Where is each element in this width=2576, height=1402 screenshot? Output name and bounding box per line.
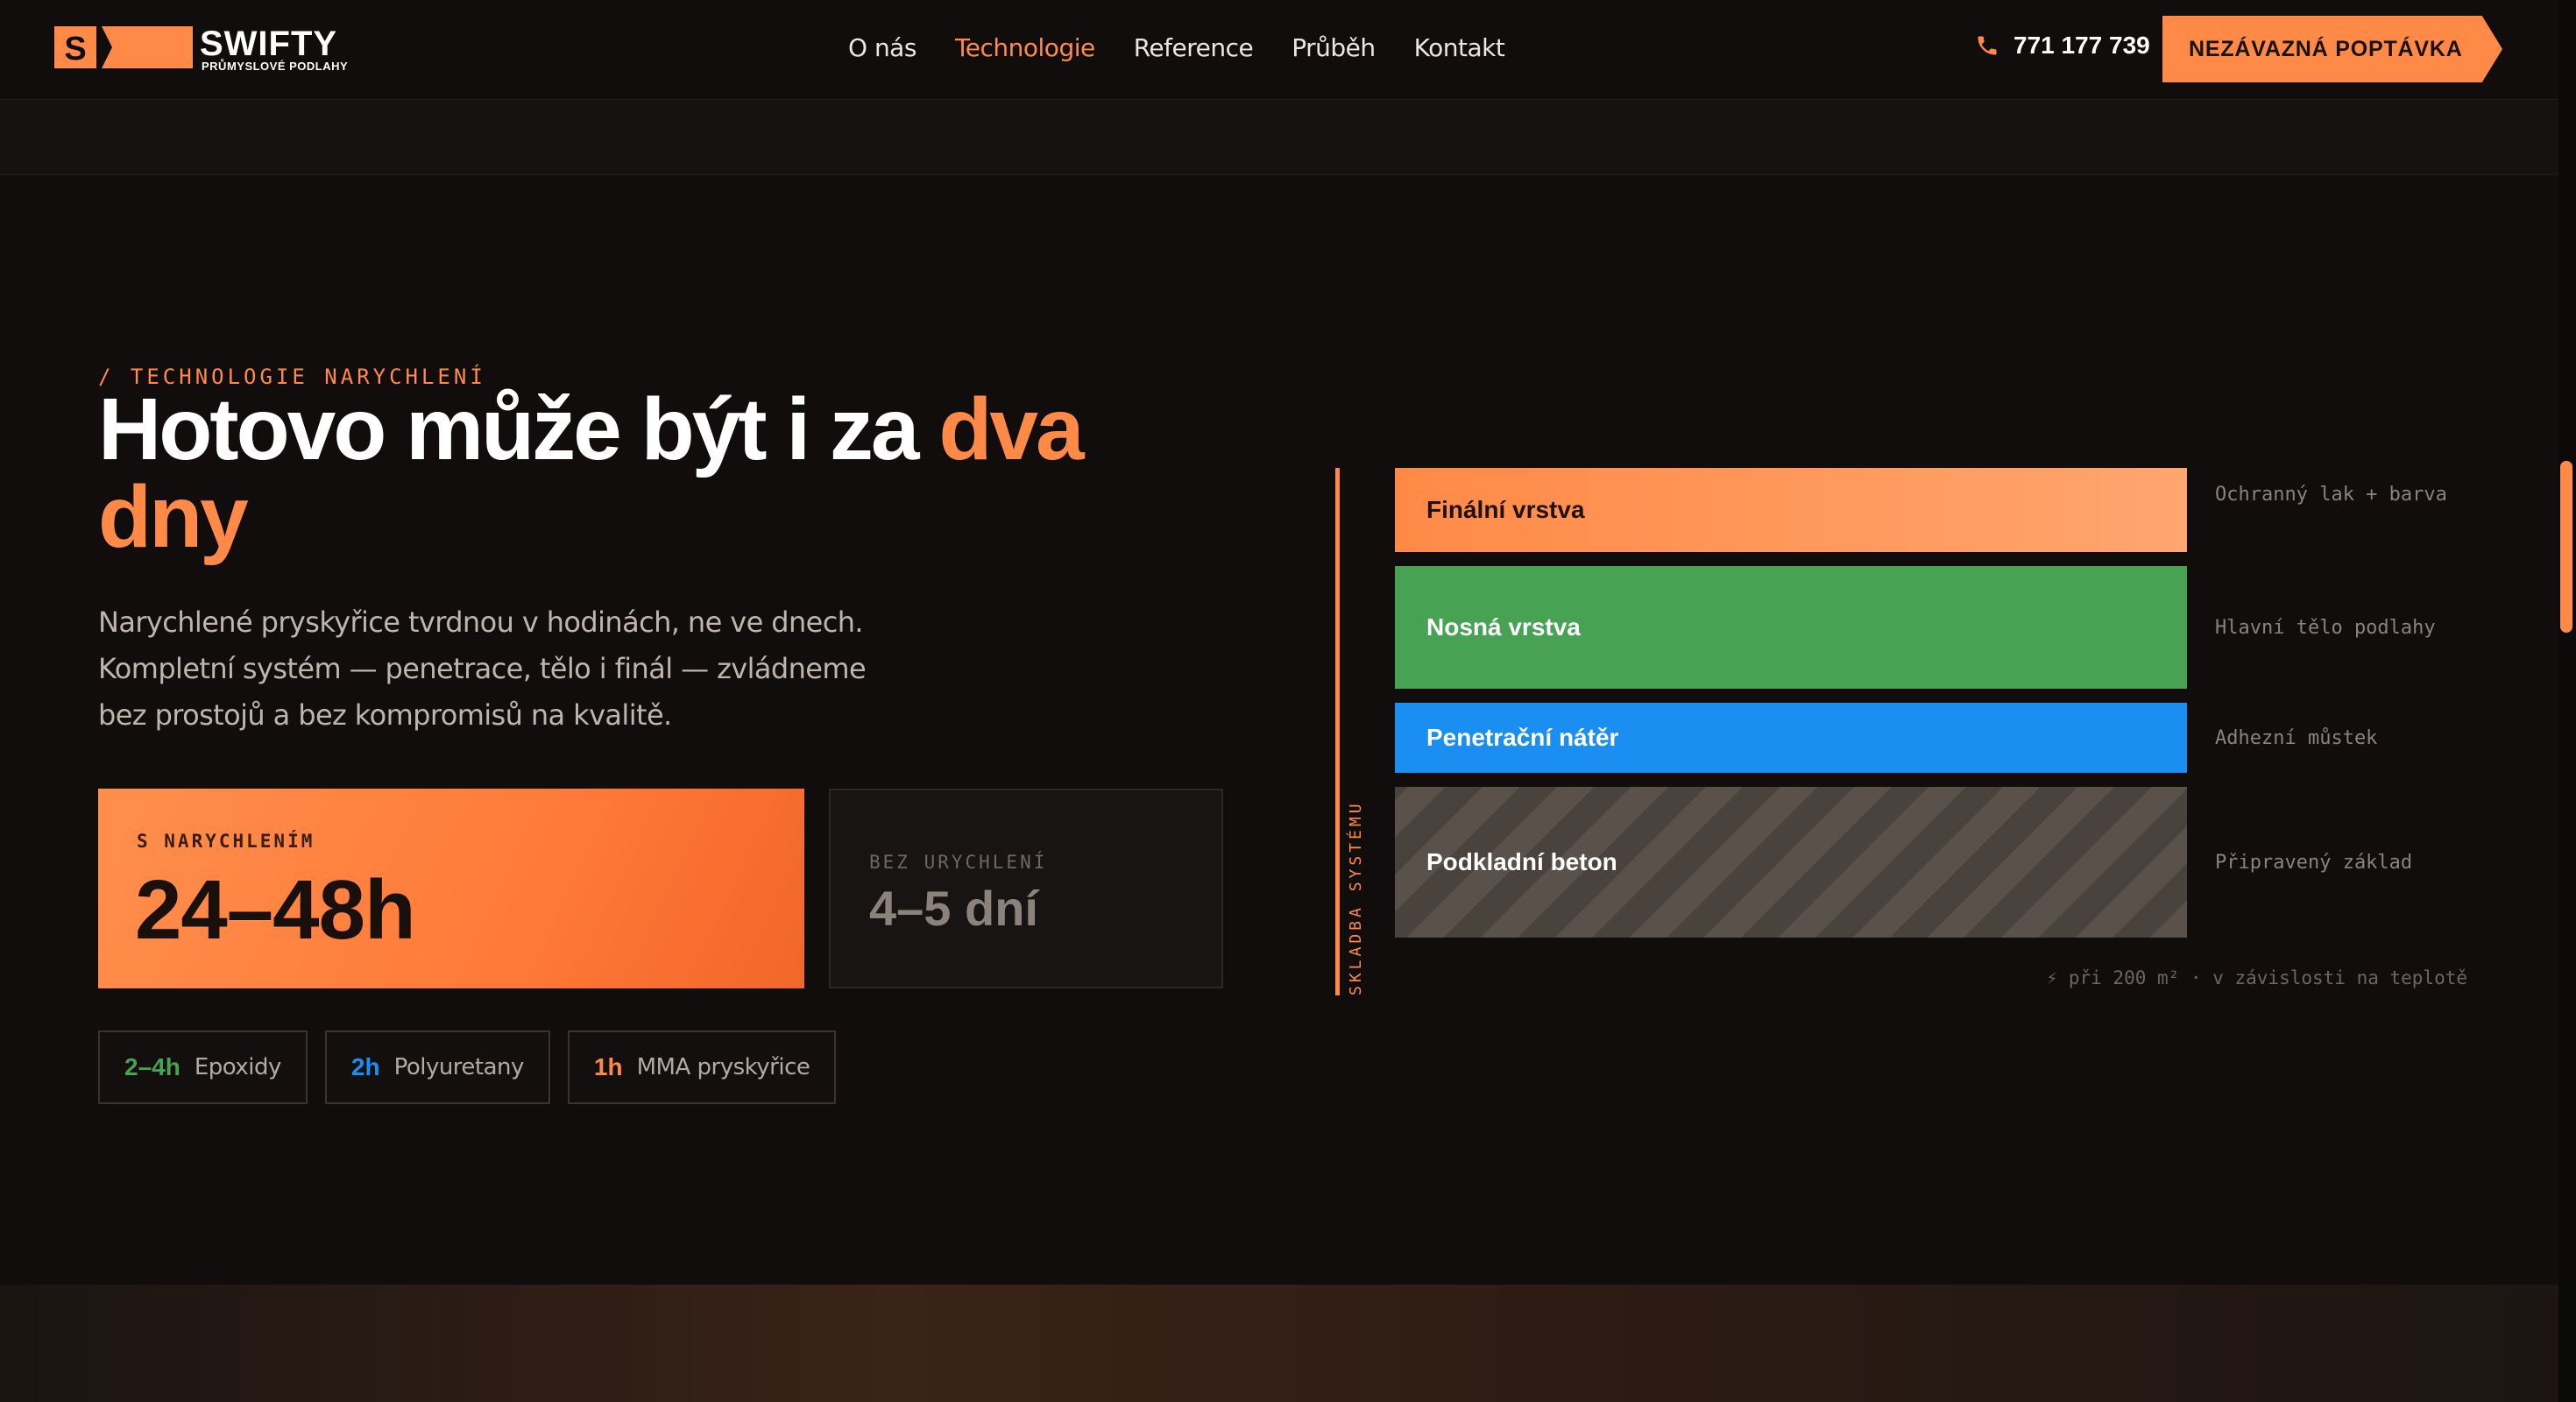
headline-main: Hotovo může být i za (98, 380, 939, 478)
diagram-axis-label: SKLADBA SYSTÉMU (1347, 800, 1365, 995)
logo-letter: S (64, 31, 86, 67)
phone-number: 771 177 739 (2013, 32, 2150, 59)
layer-note-body: Hlavní tělo podlahy (2215, 617, 2436, 639)
chip-polyuretany: 2h Polyuretany (324, 1030, 550, 1104)
standard-label: BEZ URYCHLENÍ (869, 852, 1048, 873)
chip-name: Epoxidy (194, 1054, 282, 1080)
nav-item-prubeh[interactable]: Průběh (1292, 33, 1376, 62)
nav-item-reference[interactable]: Reference (1134, 33, 1254, 62)
hero-headline: Hotovo může být i za dva dny (98, 386, 1185, 561)
chip-time: 2–4h (124, 1053, 180, 1080)
hero-lead: Narychlené pryskyřice tvrdnou v hodinách… (98, 605, 867, 732)
chip-time: 1h (593, 1053, 623, 1080)
brand-tagline: PRŮMYSLOVÉ PODLAHY (202, 60, 349, 73)
standard-time-card: BEZ URYCHLENÍ 4–5 dní (829, 789, 1223, 988)
diagram-footnote: ⚡ při 200 m² · v závislosti na teplotě (2046, 967, 2467, 988)
layer-primer: Penetrační nátěr (1395, 703, 2187, 773)
accelerated-label: S NARYCHLENÍM (137, 831, 315, 852)
logo-mark-icon: S (54, 26, 193, 68)
accelerated-value: 24–48h (135, 863, 416, 957)
layer-note-primer: Adhezní můstek (2215, 727, 2378, 749)
chip-name: Polyuretany (393, 1054, 525, 1080)
scrollbar-track[interactable] (2558, 0, 2576, 1402)
chip-epoxidy: 2–4h Epoxidy (98, 1030, 308, 1104)
nav-item-technologie[interactable]: Technologie (955, 33, 1095, 62)
brand-name: SWIFTY (200, 25, 338, 63)
chip-time: 2h (350, 1053, 380, 1080)
next-section-band (0, 1285, 2558, 1402)
layer-note-concrete: Připravený základ (2215, 852, 2413, 874)
layer-final: Finální vrstva (1395, 468, 2187, 552)
nav-item-o-nas[interactable]: O nás (848, 33, 916, 62)
standard-value: 4–5 dní (869, 881, 1038, 936)
phone-icon (1978, 36, 1997, 55)
main-nav: O nás Technologie Reference Průběh Konta… (848, 33, 1505, 62)
header-substrip (0, 100, 2558, 175)
logo[interactable]: S SWIFTY PRŮMYSLOVÉ PODLAHY (54, 25, 352, 73)
accelerated-time-card: S NARYCHLENÍM 24–48h (98, 789, 804, 988)
nav-item-kontakt[interactable]: Kontakt (1414, 33, 1505, 62)
layer-concrete: Podkladní beton (1395, 787, 2187, 938)
layer-note-final: Ochranný lak + barva (2215, 484, 2447, 506)
resin-chips: 2–4h Epoxidy 2h Polyuretany 1h MMA prysk… (98, 1030, 837, 1104)
chip-name: MMA pryskyřice (636, 1054, 810, 1080)
layer-body: Nosná vrstva (1395, 566, 2187, 689)
quote-request-button[interactable]: NEZÁVAZNÁ POPTÁVKA (2162, 16, 2502, 82)
phone-link[interactable]: 771 177 739 (1975, 32, 2150, 60)
site-header: S SWIFTY PRŮMYSLOVÉ PODLAHY O nás Techno… (0, 0, 2558, 100)
scrollbar-thumb[interactable] (2560, 461, 2572, 633)
chip-mma: 1h MMA pryskyřice (567, 1030, 837, 1104)
